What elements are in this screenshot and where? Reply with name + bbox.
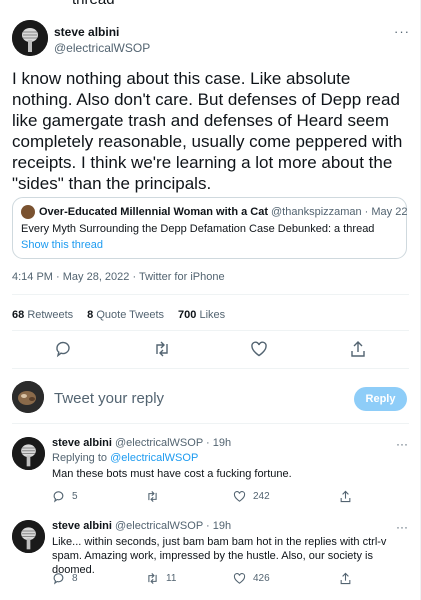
tweet-stats: 68 Retweets 8 Quote Tweets 700 Likes	[12, 309, 225, 321]
more-icon[interactable]: ···	[396, 437, 408, 451]
author-name[interactable]: steve albini	[54, 25, 119, 39]
like-icon[interactable]	[250, 340, 268, 358]
reply-button[interactable]: Reply	[354, 387, 407, 411]
retweets-stat[interactable]: 68 Retweets	[12, 309, 73, 321]
like-icon	[233, 491, 246, 502]
tweet-timestamp[interactable]: 4:14 PM · May 28, 2022 · Twitter for iPh…	[12, 271, 225, 283]
replying-to-handle[interactable]: @electricalWSOP	[110, 452, 198, 464]
tweet-text: I know nothing about this case. Like abs…	[12, 69, 403, 193]
likes-stat[interactable]: 700 Likes	[178, 309, 225, 321]
divider	[12, 368, 409, 369]
avatar	[12, 381, 44, 413]
reply-count[interactable]: 5	[52, 490, 78, 503]
quoted-avatar	[21, 205, 35, 219]
reply-icon	[53, 491, 64, 503]
avatar[interactable]	[12, 437, 45, 470]
reply-actions: 8 11 426	[52, 572, 352, 588]
reply-handle-time: @electricalWSOP · 19h	[114, 520, 232, 532]
divider	[12, 294, 409, 295]
quoted-author-name: Over-Educated Millennial Woman with a Ca…	[39, 206, 269, 218]
reply-input[interactable]: Tweet your reply	[54, 390, 164, 407]
reply-author-name[interactable]: steve albini	[52, 520, 112, 532]
reply-icon	[53, 573, 64, 585]
replying-to: Replying to @electricalWSOP	[52, 452, 199, 464]
reply-author-name[interactable]: steve albini	[52, 437, 112, 449]
tweet-actions	[12, 340, 409, 362]
retweet-icon[interactable]	[153, 340, 171, 358]
reply-text: Man these bots must have cost a fucking …	[52, 468, 292, 480]
thread-fragment: thread	[72, 0, 115, 8]
more-icon[interactable]: ···	[396, 520, 408, 534]
more-icon[interactable]: ···	[394, 24, 410, 39]
retweet-count[interactable]	[146, 490, 166, 503]
share-icon[interactable]	[339, 490, 352, 503]
quoted-tweet[interactable]: Over-Educated Millennial Woman with a Ca…	[12, 197, 407, 259]
author-handle[interactable]: @electricalWSOP	[54, 41, 150, 55]
reply-tweet[interactable]: steve albini @electricalWSOP · 19h ··· L…	[0, 520, 421, 595]
reply-icon[interactable]	[54, 340, 72, 358]
avatar[interactable]	[12, 20, 48, 56]
divider	[12, 330, 409, 331]
reply-count[interactable]: 8	[52, 572, 78, 585]
quote-tweets-stat[interactable]: 8 Quote Tweets	[87, 309, 164, 321]
main-tweet-header: steve albini @electricalWSOP ···	[12, 20, 412, 60]
reply-handle-time: @electricalWSOP · 19h	[114, 437, 232, 449]
reply-text: Like... within seconds, just bam bam bam…	[52, 536, 387, 576]
retweet-count[interactable]: 11	[146, 572, 176, 585]
retweet-icon	[148, 491, 157, 502]
divider	[12, 423, 409, 424]
reply-tweet[interactable]: steve albini @electricalWSOP · 19h ··· R…	[0, 437, 421, 507]
show-thread-link[interactable]: Show this thread	[21, 239, 398, 251]
like-icon	[233, 573, 246, 584]
quoted-date: · May 22	[364, 206, 408, 218]
share-icon[interactable]	[349, 340, 367, 358]
reply-actions: 5 242	[52, 490, 352, 506]
quoted-text: Every Myth Surrounding the Depp Defamati…	[21, 223, 375, 235]
avatar[interactable]	[12, 520, 45, 553]
like-count[interactable]: 242	[233, 490, 270, 503]
quoted-author-handle: @thankspizzaman	[271, 206, 362, 218]
like-count[interactable]: 426	[233, 572, 270, 585]
retweet-icon	[148, 573, 157, 584]
share-icon[interactable]	[339, 572, 352, 585]
